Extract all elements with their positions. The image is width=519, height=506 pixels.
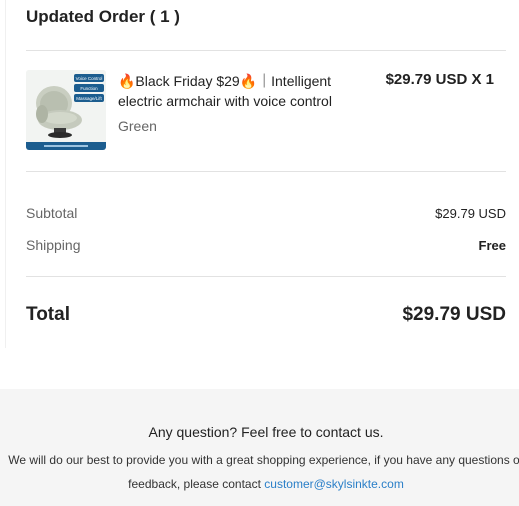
product-name-line: 🔥Black Friday $29🔥｜Intelligent — [118, 73, 332, 89]
image-badge-text: Voice Control — [76, 76, 103, 81]
image-badge-text: Function — [80, 86, 98, 91]
order-title: Updated Order ( 1 ) — [26, 7, 180, 26]
product-variant: Green — [118, 118, 157, 134]
footer-heading: Any question? Feel free to contact us. — [148, 424, 384, 440]
contact-email-link[interactable]: customer@skylsinkte.com — [264, 477, 404, 491]
subtotal-label: Subtotal — [26, 205, 78, 221]
shipping-value: Free — [478, 238, 506, 253]
divider — [26, 171, 506, 172]
contact-footer: Any question? Feel free to contact us. W… — [0, 389, 519, 506]
divider — [26, 276, 506, 277]
product-name-line: electric armchair with voice control — [118, 93, 332, 109]
footer-text-prefix: feedback, please contact — [128, 477, 265, 491]
subtotal-value: $29.79 USD — [435, 206, 506, 221]
divider — [26, 50, 506, 51]
product-price-quantity: $29.79 USD X 1 — [385, 71, 494, 88]
image-badge-text: Massage/Lift — [76, 96, 102, 101]
footer-text-line: We will do our best to provide you with … — [8, 453, 519, 467]
total-value: $29.79 USD — [402, 304, 506, 325]
armchair-icon: Voice Control Function Massage/Lift — [26, 70, 106, 150]
product-name[interactable]: 🔥Black Friday $29🔥｜Intelligent electric … — [118, 71, 358, 111]
total-label: Total — [26, 304, 70, 325]
order-card: Updated Order ( 1 ) Voice Control Functi… — [6, 0, 519, 348]
shipping-label: Shipping — [26, 237, 81, 253]
section-spacer — [0, 348, 519, 388]
footer-text-line: feedback, please contact customer@skylsi… — [0, 472, 519, 496]
footer-text: We will do our best to provide you with … — [0, 448, 519, 496]
product-image[interactable]: Voice Control Function Massage/Lift — [26, 70, 106, 150]
email-page: Updated Order ( 1 ) Voice Control Functi… — [0, 0, 519, 506]
